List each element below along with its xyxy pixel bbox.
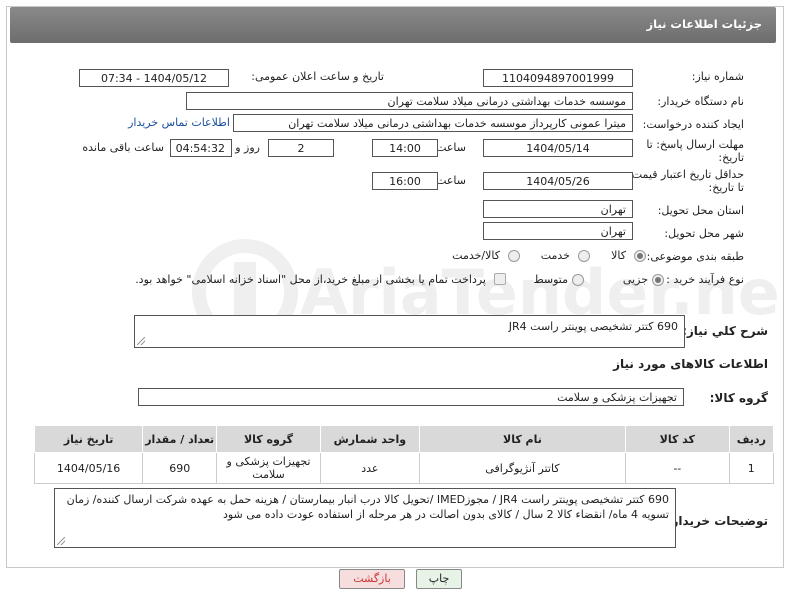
price-deadline-label: حداقل تاریخ اعتبار قیمت: [628,168,744,181]
process-label: نوع فرآیند خرید : [666,273,744,286]
col-row: ردیف [728,425,775,453]
remaining-time-label: ساعت باقی مانده [82,141,164,154]
buyer-notes-text: 690 کتتر تشخیصی پوینتر راست JR4 / مجوزIM… [66,493,669,521]
col-date: تاریخ نیاز [33,425,144,453]
city-label: شهر محل تحویل: [664,227,744,240]
creator-label: ایجاد کننده درخواست: [642,118,744,131]
reply-time-field: 14:00 [372,139,438,157]
treasury-payment-checkbox[interactable] [494,273,506,285]
buyer-notes-label: توضیحات خریدار: [666,514,768,528]
announce-field: 1404/05/12 - 07:34 [79,69,229,87]
category-label: طبقه بندی موضوعی: [646,250,744,263]
col-group: گروه کالا [216,425,321,453]
reply-deadline-label: مهلت ارسال پاسخ: تا [646,138,744,151]
days-field: 2 [268,139,334,157]
remaining-time-field: 04:54:32 [170,139,232,157]
back-button[interactable]: بازگشت [339,569,405,589]
cell-qty: 690 [142,452,218,484]
price-time-label: ساعت [436,174,466,187]
cell-name: کاتتر آنژیوگرافی [418,452,626,484]
price-date-field: 1404/05/26 [483,172,633,190]
province-label: استان محل تحویل: [657,204,744,217]
reply-deadline-label-2: تاریخ: [718,151,744,164]
buyer-notes-textarea[interactable]: 690 کتتر تشخیصی پوینتر راست JR4 / مجوزIM… [54,488,676,548]
goods-group-field: تجهیزات پزشکی و سلامت [138,388,684,406]
category-option-service: خدمت [540,249,570,262]
summary-textarea[interactable]: 690 کتتر تشخیصی پوینتر راست JR4 [134,315,685,348]
creator-field: میترا عمونی کارپرداز موسسه خدمات بهداشتی… [233,114,633,132]
col-qty: تعداد / مقدار [142,425,218,453]
print-button[interactable]: چاپ [416,569,462,589]
category-radio-service[interactable] [578,250,590,262]
cell-group: تجهیزات پزشکی و سلامت [216,452,321,484]
category-radio-goods[interactable] [634,250,646,262]
process-radio-medium[interactable] [572,274,584,286]
cell-date: 1404/05/16 [33,452,144,484]
summary-label: شرح كلي نياز: [682,324,768,338]
col-name: نام کالا [418,425,626,453]
price-time-field: 16:00 [372,172,438,190]
summary-text: 690 کتتر تشخیصی پوینتر راست JR4 [508,320,678,333]
city-field: تهران [483,222,633,240]
resize-grip-icon[interactable] [57,537,65,545]
page-header: جزئیات اطلاعات نیاز [10,7,776,43]
buyer-org-label: نام دستگاه خریدار: [657,95,744,108]
process-radio-minor[interactable] [652,274,664,286]
buyer-org-field: موسسه خدمات بهداشتی درمانی میلاد سلامت ت… [186,92,633,110]
col-unit: واحد شمارش [319,425,420,453]
reply-time-label: ساعت [436,141,466,154]
category-option-goods: کالا [611,249,626,262]
category-radio-both[interactable] [508,250,520,262]
process-option-medium: متوسط [533,273,568,286]
goods-section-title: اطلاعات کالاهای مورد نیاز [613,357,768,371]
buyer-contact-link[interactable]: اطلاعات تماس خریدار [128,116,230,129]
category-option-both: کالا/خدمت [452,249,500,262]
province-field: تهران [483,200,633,218]
process-option-minor: جزیی [622,273,648,286]
goods-table-header: ردیف کد کالا نام کالا واحد شمارش گروه کا… [33,425,775,453]
cell-unit: عدد [319,452,420,484]
col-code: کد کالا [624,425,730,453]
need-number-field: 1104094897001999 [483,69,633,87]
table-row[interactable]: 1 -- کاتتر آنژیوگرافی عدد تجهیزات پزشکی … [33,452,775,484]
reply-date-field: 1404/05/14 [483,139,633,157]
resize-grip-icon[interactable] [137,337,145,345]
price-deadline-label-2: تا تاریخ: [708,181,744,194]
goods-table: ردیف کد کالا نام کالا واحد شمارش گروه کا… [33,425,775,484]
need-number-label: شماره نیاز: [691,70,744,83]
treasury-payment-note: پرداخت تمام یا بخشی از مبلغ خرید،از محل … [135,273,486,286]
days-label: روز و [235,141,260,154]
cell-code: -- [624,452,730,484]
goods-group-label: گروه کالا: [709,391,768,405]
announce-label: تاریخ و ساعت اعلان عمومی: [251,70,384,83]
cell-row: 1 [728,452,775,484]
page-title: جزئیات اطلاعات نیاز [646,17,762,31]
